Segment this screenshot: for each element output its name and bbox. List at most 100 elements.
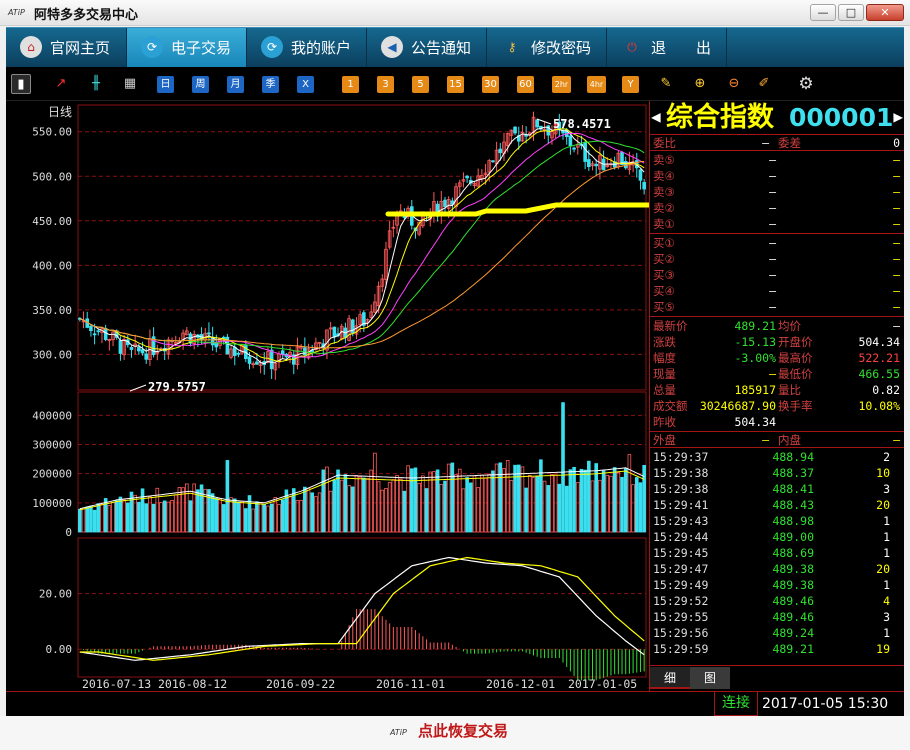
minute-button-4[interactable]: 30 <box>482 76 499 93</box>
bar-chart-icon[interactable]: ▮ <box>11 74 31 94</box>
period-button-2[interactable]: 月 <box>227 76 244 93</box>
minute-button-8[interactable]: Y <box>622 76 639 93</box>
volume-bar <box>218 498 222 533</box>
candle-icon[interactable]: ╫ <box>86 74 106 94</box>
quote-row: 卖① — — <box>650 216 904 232</box>
minute-button-7[interactable]: 4hr <box>587 76 606 93</box>
period-button-3[interactable]: 季 <box>262 76 279 93</box>
volume-bar <box>240 500 244 533</box>
volume-bar <box>354 474 359 533</box>
minute-button-3[interactable]: 15 <box>447 76 464 93</box>
quote-row: 卖② — — <box>650 200 904 216</box>
prev-symbol-icon[interactable]: ◀ <box>651 107 661 126</box>
quote-tab-0[interactable]: 细 <box>650 667 690 689</box>
price-tick-label: 350.00 <box>32 304 72 317</box>
price-tick-label: 400.00 <box>32 259 72 272</box>
volume-bar <box>498 462 503 533</box>
draw-icon[interactable]: ✐ <box>754 74 774 94</box>
quote-tab-1[interactable]: 图 <box>690 667 730 689</box>
volume-bar <box>487 473 492 533</box>
minute-button-1[interactable]: 3 <box>377 76 394 93</box>
nav-item-2[interactable]: ⟳ 我的账户 <box>247 28 367 68</box>
minute-button-5[interactable]: 60 <box>517 76 534 93</box>
volume-bar <box>509 480 514 533</box>
volume-bar <box>78 508 82 533</box>
nav-item-3[interactable]: ◀ 公告通知 <box>367 28 487 68</box>
volume-bar <box>598 479 602 533</box>
candle-body <box>96 330 101 333</box>
volume-bar <box>140 488 145 533</box>
nav-item-1[interactable]: ⟳ 电子交易 <box>127 28 247 68</box>
line-chart-icon[interactable]: ↗ <box>51 74 71 94</box>
close-button[interactable]: ✕ <box>866 4 904 21</box>
volume-bar <box>365 478 370 533</box>
volume-bar <box>638 482 643 533</box>
volume-bar <box>553 474 558 533</box>
zoom-out-icon[interactable]: ⊖ <box>724 74 744 94</box>
kline-chart[interactable]: 日线 550.00 500.00 450.00 400.00 350.00 300.00 40… <box>6 101 649 691</box>
sell-price: — <box>769 201 776 215</box>
nav-item-0[interactable]: ⌂ 官网主页 <box>6 28 127 68</box>
volume-bar <box>288 496 292 533</box>
trade-volume: 19 <box>876 642 890 656</box>
candle-body <box>513 126 517 134</box>
volume-bar <box>192 483 196 533</box>
buy-price: — <box>769 268 776 282</box>
quote-row: 委比 — 委差 0 <box>650 135 904 151</box>
trade-time: 15:29:55 <box>653 610 709 624</box>
minute-button-0[interactable]: 1 <box>342 76 359 93</box>
trade-time: 15:29:43 <box>653 514 709 528</box>
volume-bar <box>612 467 617 533</box>
volume-bar <box>546 485 551 533</box>
trade-row: 15:29:56 489.24 1 <box>650 625 904 641</box>
volume-bar <box>398 478 403 533</box>
trade-price: 489.21 <box>772 642 814 656</box>
volume-bar <box>406 465 410 533</box>
stat-label: 最新价 <box>653 319 688 333</box>
volume-bar <box>118 496 123 533</box>
nav-item-5[interactable]: ⏻ 退 出 <box>607 28 727 68</box>
volume-bar <box>310 492 315 533</box>
nav-label: 官网主页 <box>50 39 111 57</box>
calendar-icon[interactable]: ▦ <box>120 74 140 94</box>
candle-body <box>465 175 469 179</box>
symbol-name: 综合指数 <box>666 102 774 133</box>
volume-bar <box>277 503 281 533</box>
next-symbol-icon[interactable]: ▶ <box>893 107 903 126</box>
period-button-0[interactable]: 日 <box>157 76 174 93</box>
buy-level-label: 买③ <box>653 268 675 282</box>
minute-button-2[interactable]: 5 <box>412 76 429 93</box>
period-button-4[interactable]: X <box>297 76 314 93</box>
candle-body <box>498 148 503 154</box>
minimize-button[interactable]: — <box>810 4 836 21</box>
sell-volume: — <box>893 153 900 167</box>
date-axis-label: 2016-09-22 <box>266 677 335 691</box>
resume-trading-link[interactable]: 点此恢复交易 <box>418 720 508 741</box>
sell-price: — <box>769 217 776 231</box>
minute-button-6[interactable]: 2hr <box>552 76 571 93</box>
macd-line <box>79 556 645 661</box>
period-button-1[interactable]: 周 <box>192 76 209 93</box>
maximize-button[interactable]: □ <box>838 4 864 21</box>
gear-icon[interactable]: ⚙ <box>796 74 816 94</box>
nav-item-4[interactable]: ⚷ 修改密码 <box>487 28 607 68</box>
zoom-in-icon[interactable]: ⊕ <box>690 74 710 94</box>
volume-bar <box>151 503 156 533</box>
volume-bar <box>528 475 532 533</box>
volume-bar <box>81 508 86 533</box>
date-axis-label: 2017-01-05 <box>568 677 637 691</box>
low-annotation: 279.5757 <box>148 380 206 394</box>
buy-book: 买① — — 买② — — 买③ — — 买④ — — 买⑤ — — <box>650 234 904 317</box>
volume-bar <box>214 497 219 533</box>
trade-time: 15:29:38 <box>653 482 709 496</box>
candle-body <box>255 361 259 365</box>
candle-body <box>144 353 149 360</box>
volume-bar <box>111 501 115 533</box>
volume-bar <box>170 499 174 533</box>
buy-price: — <box>769 252 776 266</box>
edit-icon[interactable]: ✎ <box>656 74 676 94</box>
trade-price: 489.00 <box>772 530 814 544</box>
stat-value: 0.82 <box>872 383 900 397</box>
nav-label: 修改密码 <box>531 39 592 57</box>
volume-bar <box>85 506 90 533</box>
